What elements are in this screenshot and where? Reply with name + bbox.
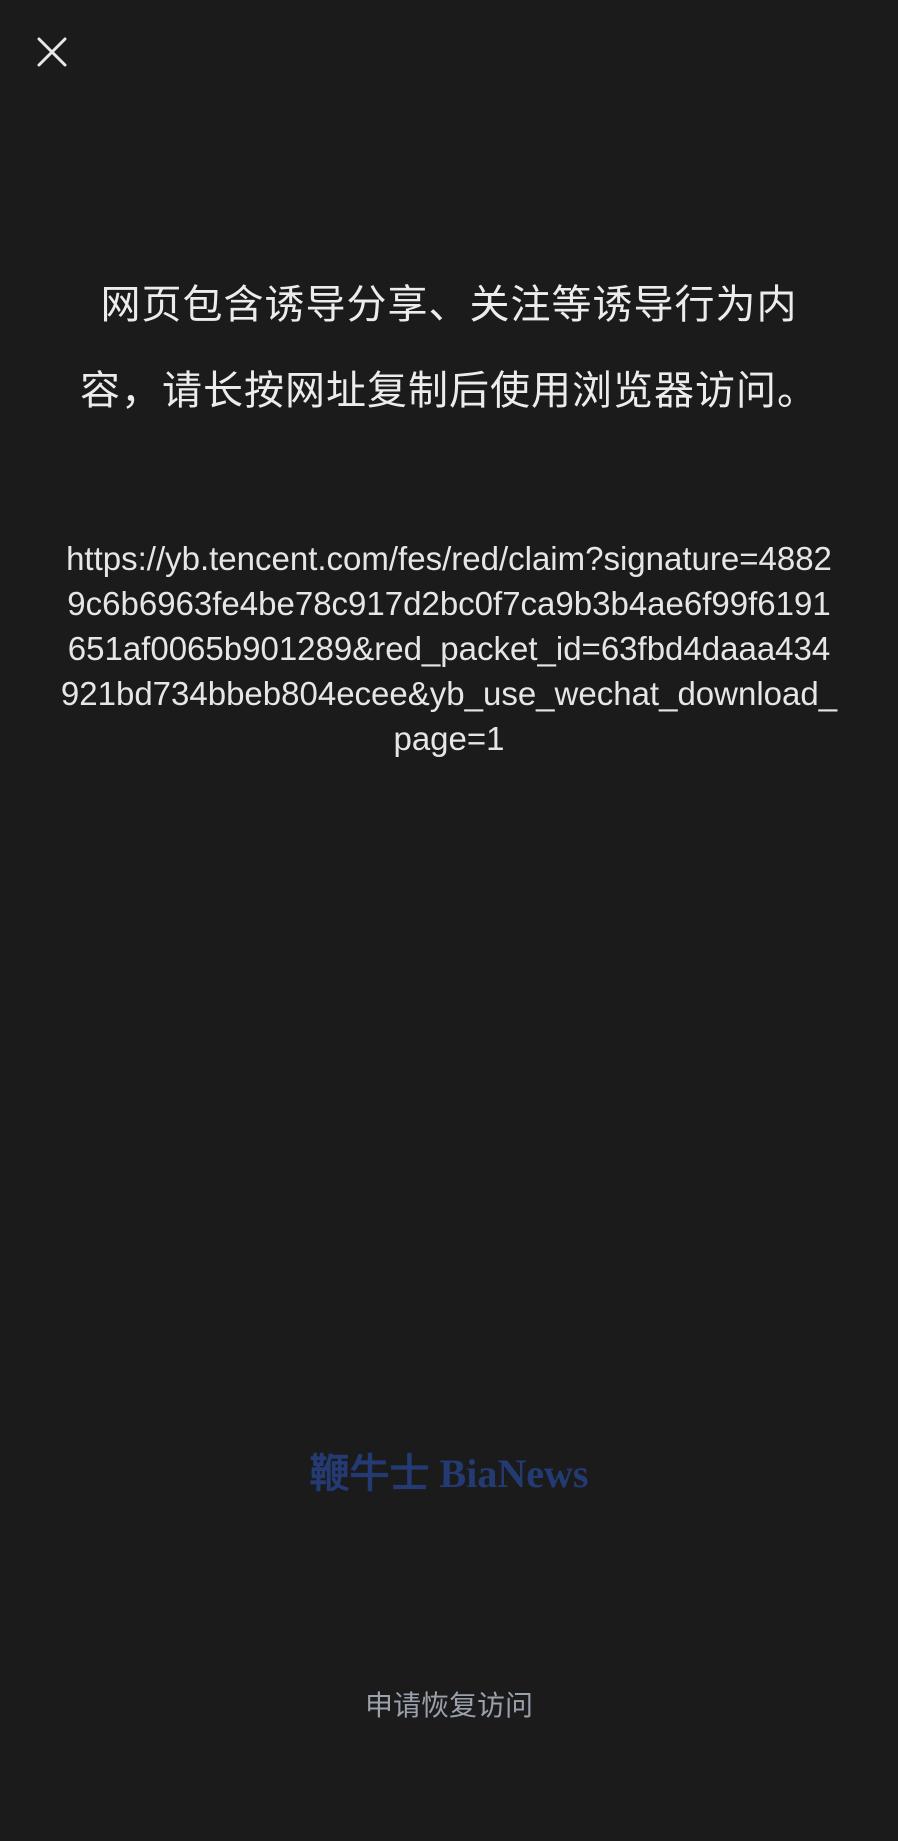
watermark-logo: 鞭牛士 BiaNews [309, 1451, 589, 1496]
blocked-page-screen: 网页包含诱导分享、关注等诱导行为内容，请长按网址复制后使用浏览器访问。 http… [0, 0, 898, 1841]
close-button[interactable] [28, 28, 76, 76]
blocked-url[interactable]: https://yb.tencent.com/fes/red/claim?sig… [60, 536, 838, 761]
request-restore-access-link[interactable]: 申请恢复访问 [0, 1686, 898, 1726]
warning-message: 网页包含诱导分享、关注等诱导行为内容，请长按网址复制后使用浏览器访问。 [80, 282, 818, 414]
close-icon [37, 37, 67, 67]
